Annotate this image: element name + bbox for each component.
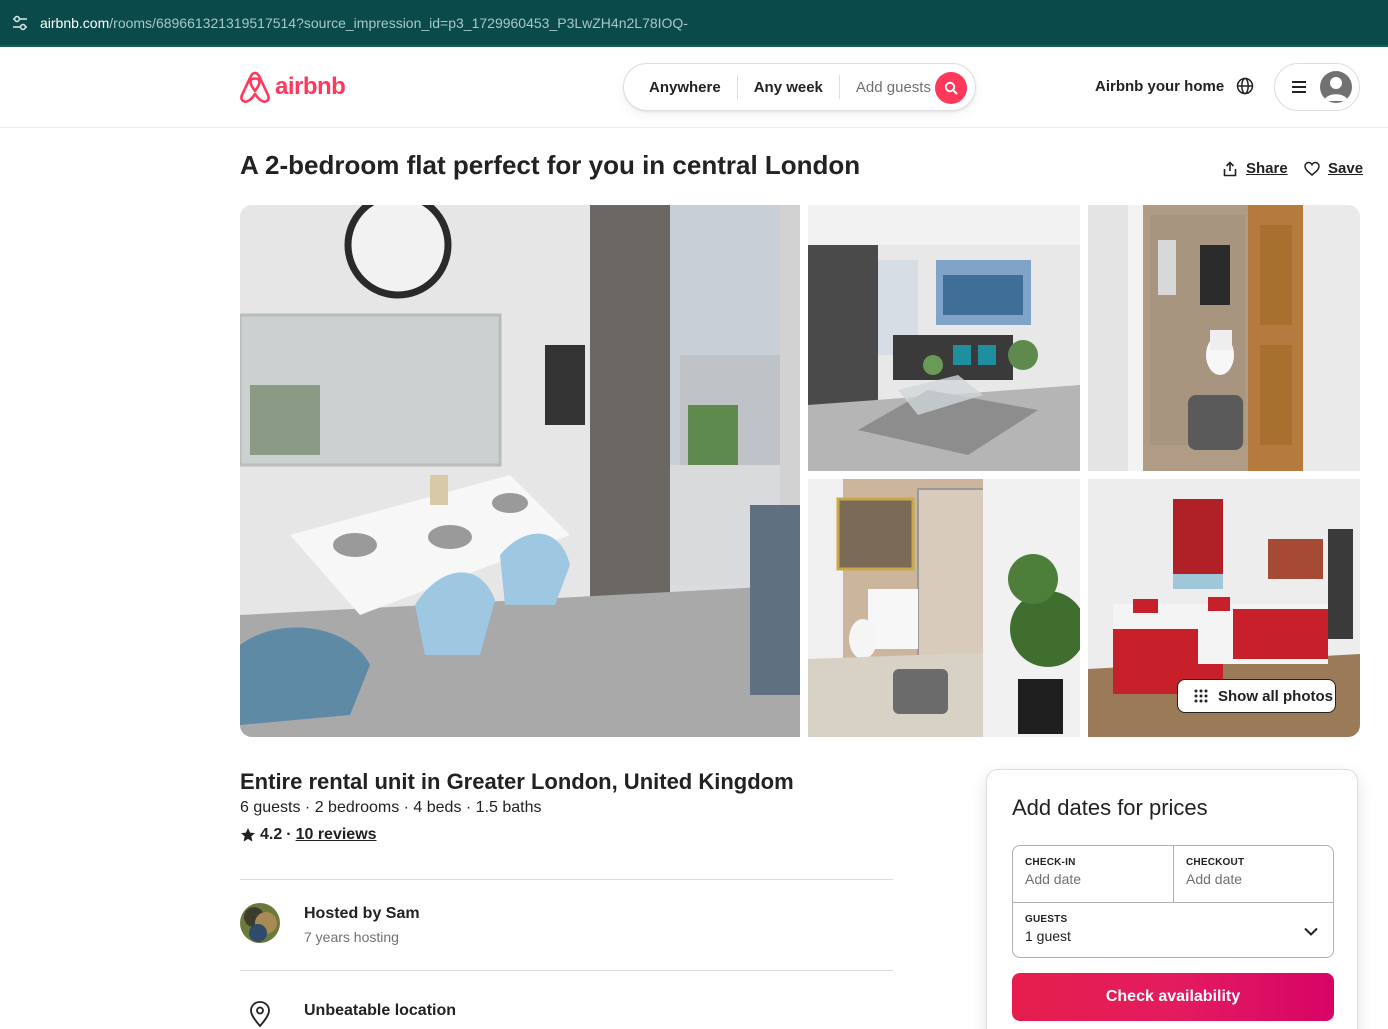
checkin-field[interactable]: CHECK-IN Add date: [1013, 846, 1174, 902]
share-label: Share: [1246, 160, 1288, 177]
guests-label: GUESTS: [1025, 914, 1068, 925]
booking-title: Add dates for prices: [1012, 795, 1208, 820]
date-guest-selector: CHECK-IN Add date CHECKOUT Add date GUES…: [1012, 845, 1334, 958]
highlight-title: Unbeatable location: [304, 1002, 457, 1019]
checkout-value: Add date: [1186, 871, 1243, 887]
checkout-label: CHECKOUT: [1186, 857, 1245, 868]
grid-dots-icon: [1194, 689, 1208, 703]
listing-type-heading: Entire rental unit in Greater London, Un…: [240, 769, 794, 794]
browser-url-bar[interactable]: airbnb.com/rooms/689661321319517514?sour…: [0, 0, 1388, 47]
search-button[interactable]: [935, 72, 967, 104]
rating-value: 4.2: [260, 826, 283, 843]
search-guests[interactable]: Add guests: [840, 79, 947, 96]
share-button[interactable]: Share: [1222, 160, 1288, 177]
host-experience: 7 years hosting: [304, 929, 399, 945]
listing-photo-main[interactable]: [240, 205, 800, 737]
listing-title: A 2-bedroom flat perfect for you in cent…: [240, 150, 861, 180]
chevron-down-icon: [1304, 927, 1318, 936]
logo-text: airbnb: [275, 73, 346, 100]
site-header: airbnb Anywhere Any week Add guests Airb…: [0, 47, 1388, 128]
guests-value: 1 guest: [1025, 928, 1071, 944]
star-icon: [241, 828, 255, 842]
section-divider: [240, 970, 893, 971]
url-host: airbnb.com: [40, 15, 110, 31]
tune-icon[interactable]: [11, 14, 29, 32]
url-path: /rooms/689661321319517514?source_impress…: [109, 15, 688, 31]
highlight-location: Unbeatable location: [240, 1000, 456, 1029]
show-all-photos-label: Show all photos: [1218, 687, 1333, 705]
guests-field[interactable]: GUESTS 1 guest: [1013, 902, 1333, 958]
heart-icon: [1304, 161, 1320, 176]
globe-icon[interactable]: [1235, 76, 1255, 96]
checkin-value: Add date: [1025, 871, 1082, 887]
reviews-link[interactable]: 10 reviews: [296, 826, 377, 844]
host-section[interactable]: Hosted by Sam 7 years hosting: [240, 903, 420, 945]
share-icon: [1223, 160, 1237, 176]
user-menu-button[interactable]: [1274, 63, 1360, 111]
show-all-photos-button[interactable]: Show all photos: [1177, 679, 1336, 713]
checkout-field[interactable]: CHECKOUT Add date: [1174, 846, 1334, 902]
rating-row: 4.2 · 10 reviews: [240, 826, 377, 844]
booking-card: Add dates for prices CHECK-IN Add date C…: [986, 769, 1358, 1029]
listing-capacity: 6 guests · 2 bedrooms · 4 beds · 1.5 bat…: [240, 799, 542, 816]
search-location[interactable]: Anywhere: [624, 79, 737, 96]
map-pin-icon: [250, 1001, 270, 1028]
listing-photo-living-room[interactable]: [808, 205, 1080, 471]
user-avatar-icon: [1320, 71, 1352, 103]
rating-separator: ·: [286, 826, 292, 843]
listing-photo-wc[interactable]: [1088, 205, 1360, 471]
search-dates[interactable]: Any week: [738, 79, 839, 96]
search-icon: [944, 81, 958, 95]
check-availability-button[interactable]: Check availability: [1012, 973, 1334, 1021]
host-avatar[interactable]: [240, 903, 280, 943]
listing-photo-bathroom[interactable]: [808, 479, 1080, 737]
search-bar[interactable]: Anywhere Any week Add guests: [623, 63, 976, 111]
hamburger-menu-icon: [1292, 81, 1306, 93]
section-divider: [240, 879, 893, 880]
airbnb-logo-icon: [240, 71, 270, 103]
save-label: Save: [1328, 160, 1364, 177]
airbnb-your-home-link[interactable]: Airbnb your home: [1095, 78, 1224, 95]
checkin-label: CHECK-IN: [1025, 857, 1076, 868]
airbnb-logo[interactable]: airbnb: [239, 70, 346, 104]
host-name: Hosted by Sam: [304, 905, 420, 922]
url-text[interactable]: airbnb.com/rooms/689661321319517514?sour…: [40, 15, 688, 31]
save-button[interactable]: Save: [1304, 160, 1363, 177]
